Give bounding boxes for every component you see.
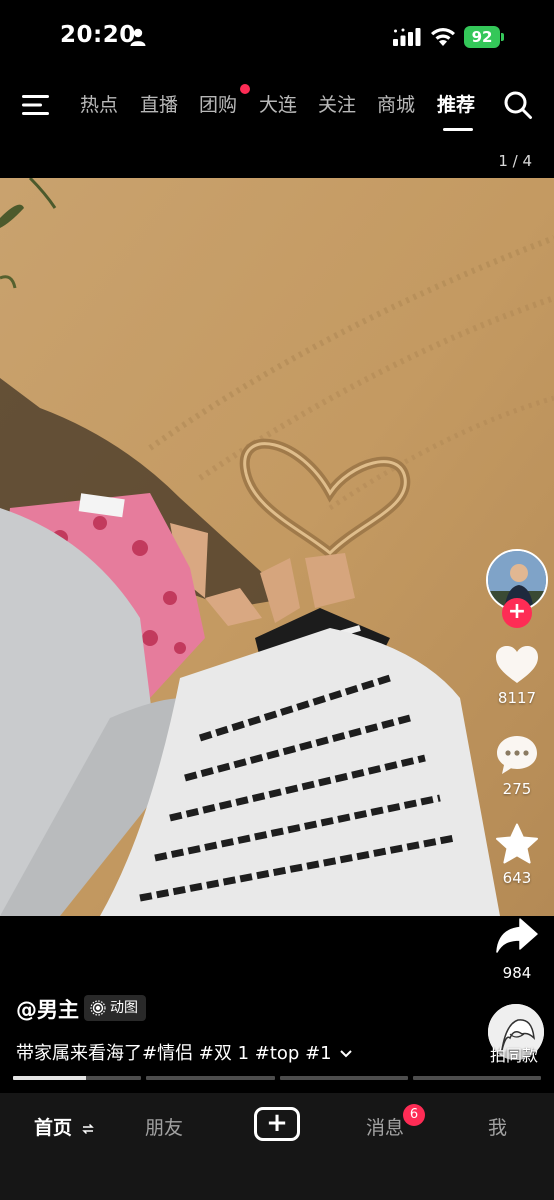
active-tab-indicator [443, 128, 473, 131]
battery-cap [501, 33, 504, 41]
tab-home[interactable]: 首页 [34, 1113, 94, 1140]
like-button[interactable]: 8117 [486, 645, 548, 707]
bottom-tab-bar: 首页 朋友 + 消息 6 我 [0, 1093, 554, 1200]
live-photo-icon [90, 1000, 106, 1016]
star-icon [496, 823, 538, 864]
progress-segment[interactable] [146, 1076, 275, 1080]
caption-text: 带家属来看海了#情侣 #双 1 #top #1 [16, 1043, 332, 1064]
cellular-signal-icon [393, 28, 421, 46]
comment-icon [497, 736, 537, 774]
battery-level: 92 [464, 26, 500, 48]
progress-segment[interactable] [412, 1076, 541, 1080]
post-caption[interactable]: 带家属来看海了#情侣 #双 1 #top #1 [16, 1039, 353, 1065]
tab-recommend[interactable]: 推荐 [437, 90, 475, 117]
post-image[interactable] [0, 178, 554, 916]
tab-home-label: 首页 [34, 1117, 73, 1139]
tab-messages[interactable]: 消息 [366, 1113, 404, 1140]
tab-mall[interactable]: 商城 [377, 90, 415, 117]
tab-following[interactable]: 关注 [318, 90, 356, 117]
person-icon [130, 28, 146, 46]
status-bar: 20:20 92 [0, 0, 554, 70]
beach-photo [0, 178, 554, 916]
image-page-indicator: 1 / 4 [498, 152, 532, 170]
animated-image-badge: 动图 [84, 995, 146, 1021]
plus-icon: + [266, 1108, 288, 1138]
tab-me[interactable]: 我 [488, 1113, 507, 1140]
swap-icon [81, 1123, 94, 1134]
share-count: 984 [502, 964, 532, 982]
tab-group-buy[interactable]: 团购 [199, 90, 237, 117]
image-progress [13, 1076, 541, 1080]
share-button[interactable]: 984 [486, 916, 548, 982]
battery-indicator: 92 [464, 26, 504, 48]
top-nav: 热点 直播 团购 大连 关注 商城 推荐 [0, 80, 554, 131]
notification-dot [240, 84, 250, 94]
progress-segment[interactable] [13, 1076, 142, 1080]
menu-icon[interactable] [22, 94, 50, 116]
tab-hot[interactable]: 热点 [80, 90, 118, 117]
share-arrow-icon [496, 918, 538, 953]
author-name[interactable]: @男主 [16, 994, 79, 1024]
tab-dalian[interactable]: 大连 [259, 90, 297, 117]
follow-button[interactable]: + [502, 598, 532, 628]
tab-live[interactable]: 直播 [140, 90, 178, 117]
messages-badge: 6 [403, 1104, 425, 1126]
search-icon[interactable] [503, 90, 533, 120]
wifi-icon [431, 28, 455, 46]
same-style-button[interactable]: 拍同款 [490, 1042, 538, 1066]
tab-friends[interactable]: 朋友 [145, 1113, 183, 1140]
comment-button[interactable]: 275 [486, 734, 548, 798]
favorite-count: 643 [502, 869, 532, 887]
chevron-down-icon[interactable] [339, 1049, 353, 1059]
favorite-button[interactable]: 643 [486, 823, 548, 887]
create-button[interactable]: + [254, 1107, 300, 1141]
progress-fill [13, 1076, 87, 1080]
animated-image-label: 动图 [110, 1000, 138, 1016]
like-count: 8117 [497, 689, 537, 707]
status-time: 20:20 [60, 22, 136, 48]
heart-icon [496, 646, 538, 683]
progress-segment[interactable] [279, 1076, 408, 1080]
comment-count: 275 [502, 780, 532, 798]
